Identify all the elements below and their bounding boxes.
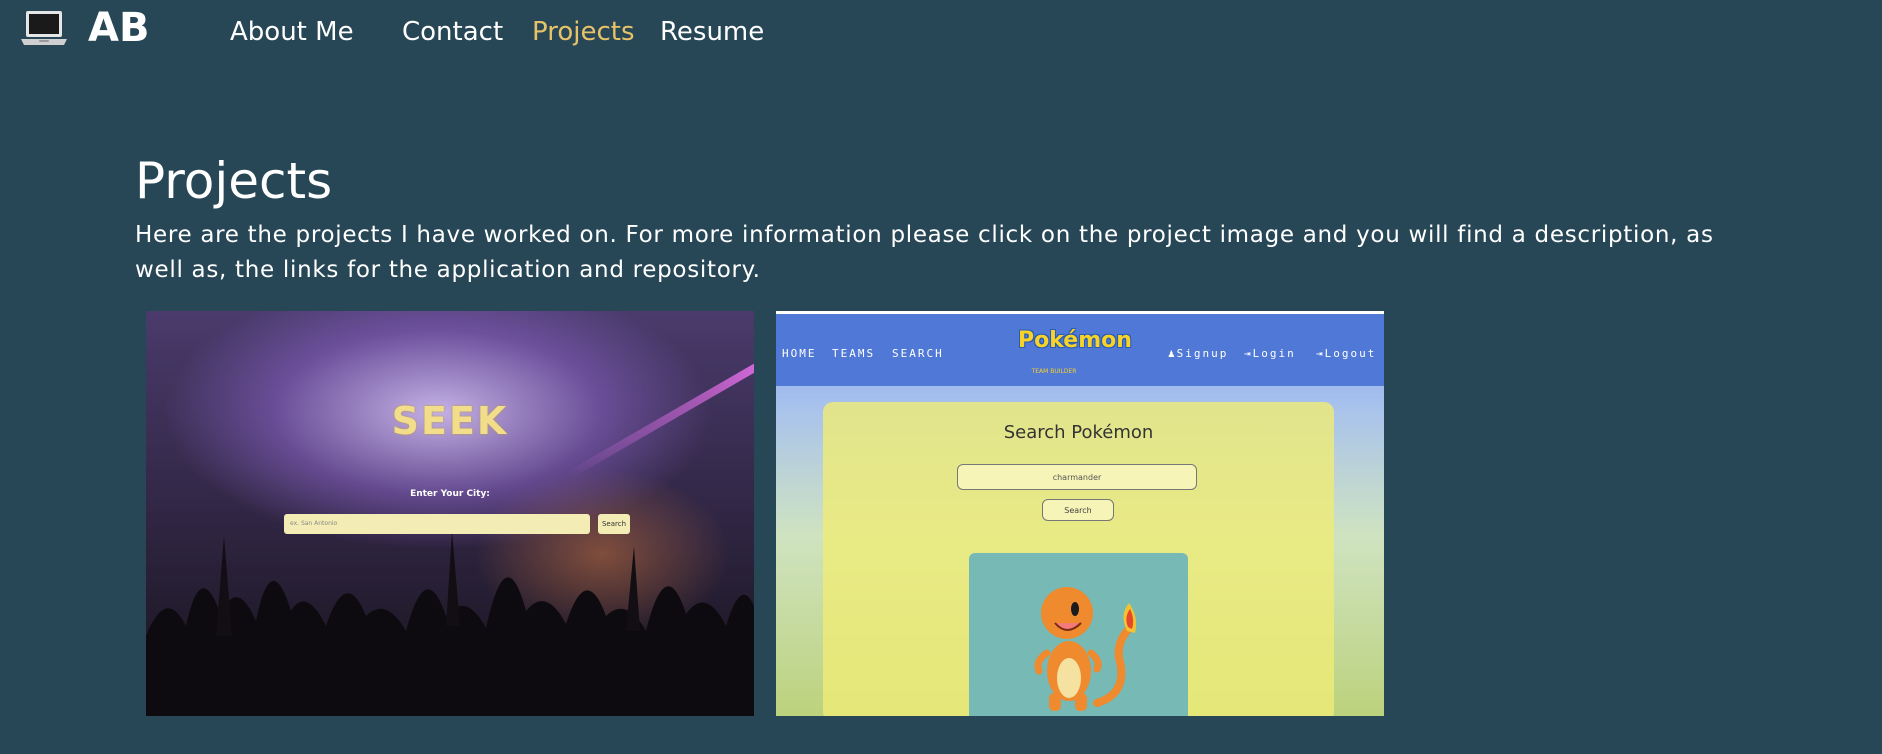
pokemon-search-input: charmander — [957, 464, 1197, 490]
pokemon-search-panel: Search Pokémon charmander Search — [823, 402, 1334, 716]
nav-link-about-me[interactable]: About Me — [230, 17, 354, 47]
pokemon-app-navbar: HOME TEAMS SEARCH Pokémon TEAM BUILDER ♟… — [776, 314, 1384, 386]
crowd-silhouette — [146, 531, 754, 716]
pokemon-logo: Pokémon — [1018, 328, 1132, 353]
seek-title: SEEK — [391, 399, 509, 443]
brand[interactable]: AB — [20, 4, 149, 52]
pokemon-nav-logout-label: Logout — [1324, 347, 1377, 360]
pokemon-logo-subtitle: TEAM BUILDER — [1031, 368, 1077, 375]
nav-link-contact[interactable]: Contact — [402, 17, 503, 47]
nav-link-resume[interactable]: Resume — [660, 17, 764, 47]
project-card-pokemon-team-builder[interactable]: HOME TEAMS SEARCH Pokémon TEAM BUILDER ♟… — [776, 311, 1384, 716]
pokemon-nav-search: SEARCH — [892, 347, 944, 360]
pokemon-search-title: Search Pokémon — [1003, 422, 1154, 443]
seek-city-prompt: Enter Your City: — [410, 489, 490, 499]
top-nav: AB About Me Contact Projects Resume — [0, 0, 1882, 70]
user-icon: ♟ — [1168, 347, 1177, 360]
page-title: Projects — [135, 152, 333, 210]
seek-city-input: ex. San Antonio — [284, 514, 590, 534]
pokemon-result-card — [969, 553, 1188, 716]
logout-icon: ⇥ — [1316, 347, 1325, 360]
charmander-icon — [1034, 587, 1137, 711]
pokemon-nav-login: ⇥Login — [1244, 347, 1296, 360]
nav-link-projects[interactable]: Projects — [532, 17, 635, 47]
pokemon-nav-login-label: Login — [1252, 347, 1296, 360]
pokemon-nav-signup-label: Signup — [1176, 347, 1229, 360]
project-card-seek[interactable]: SEEK Enter Your City: ex. San Antonio Se… — [146, 311, 754, 716]
pokemon-search-button: Search — [1042, 499, 1114, 521]
seek-search-button: Search — [598, 514, 630, 534]
pokemon-nav-logout: ⇥Logout — [1316, 347, 1376, 360]
login-icon: ⇥ — [1244, 347, 1253, 360]
pokemon-nav-signup: ♟Signup — [1168, 347, 1228, 360]
pokemon-nav-teams: TEAMS — [832, 347, 876, 360]
page-intro: Here are the projects I have worked on. … — [135, 222, 1714, 283]
laptop-icon — [21, 11, 67, 45]
brand-logo-text: AB — [88, 5, 150, 51]
pokemon-nav-home: HOME — [782, 347, 817, 360]
